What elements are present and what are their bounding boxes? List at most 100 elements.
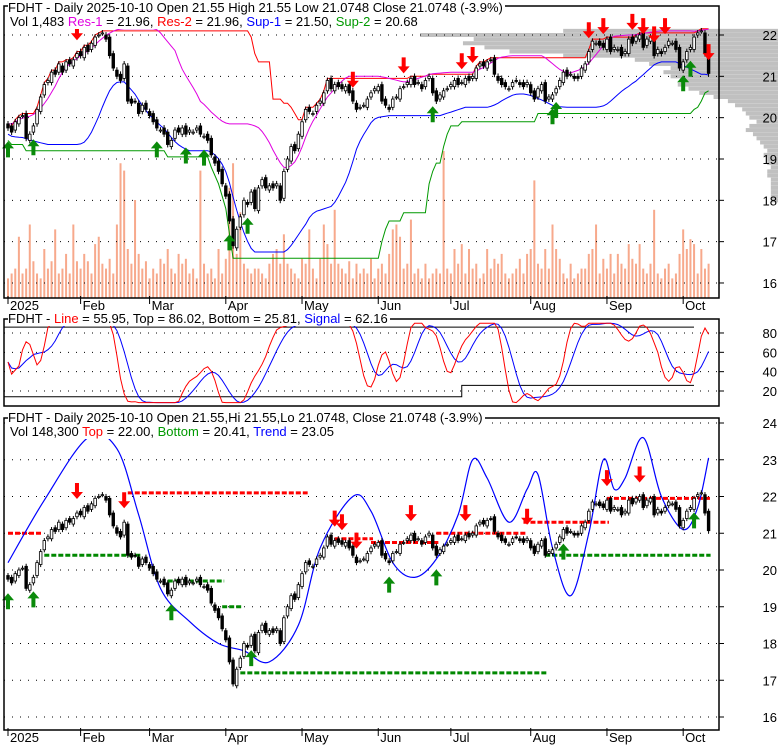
volume-bar (417, 268, 420, 298)
trend-panel-candle (460, 538, 464, 541)
x-axis-bottom-label: Oct (685, 730, 706, 745)
price-candle (405, 82, 409, 85)
header-title: FDHT - Daily 2025-10-10 (8, 0, 153, 15)
panel3-header-line1: FDHT - Daily 2025-10-10 Open 21.55,Hi 21… (8, 410, 485, 425)
trend-panel-candle (191, 582, 195, 585)
trend-panel-candle (289, 595, 293, 609)
price-candle (420, 84, 424, 90)
trend-panel-candle (496, 532, 500, 538)
price-candle (518, 82, 522, 85)
volume-bar (199, 170, 202, 298)
volume-bar (130, 263, 133, 298)
volume-bar (457, 263, 460, 298)
price-candle (307, 106, 311, 112)
price-candle (372, 88, 377, 92)
trend-panel-candle (209, 587, 213, 604)
volume-bar (126, 249, 129, 298)
trend-panel-candle (539, 540, 544, 547)
volume-bar (322, 224, 325, 298)
price-candle (325, 80, 330, 92)
price-candle (140, 104, 145, 112)
volume-profile-bar (770, 181, 778, 186)
price-candle (412, 75, 417, 85)
trend-panel-candle (293, 593, 297, 600)
trend-panel-candle (510, 538, 515, 543)
trend-tick-label: 17 (763, 673, 777, 688)
trend-panel-candle (358, 560, 362, 563)
volume-bar (602, 258, 605, 298)
trend-panel-candle (100, 494, 105, 497)
trend-panel-candle (431, 534, 435, 549)
price-candle (576, 75, 580, 79)
volume-bar (36, 273, 39, 298)
p3-top-value: = 22.00, (103, 424, 155, 439)
panel2-header: FDHT - Line = 55.95, Top = 86.02, Bottom… (8, 312, 390, 326)
trend-panel-candle (31, 576, 36, 584)
volume-bar (689, 239, 692, 298)
p3-trend-label: Trend (253, 424, 287, 439)
price-candle (630, 36, 635, 44)
volume-bar (380, 263, 383, 298)
buy-arrow (150, 141, 163, 158)
trend-panel-candle (68, 518, 72, 523)
trend-panel-candle (227, 637, 232, 663)
price-candle (478, 63, 482, 67)
price-candle (202, 135, 206, 138)
price-candle (57, 63, 61, 73)
price-candle (627, 38, 631, 54)
trend-panel-candle (499, 534, 504, 542)
volume-bar (438, 273, 441, 298)
volume-bar (246, 268, 249, 298)
trend-panel-candle (17, 569, 21, 576)
trend-panel-candle (391, 553, 395, 562)
price-candle (271, 183, 275, 189)
trend-panel-candle (449, 540, 453, 543)
volume-bar (275, 249, 278, 298)
panel1-header-line2: Vol 1,483 Res-1 = 21.96, Res-2 = 21.96, … (10, 15, 420, 29)
volume-profile-bar (473, 37, 778, 42)
volume-bar (468, 249, 471, 298)
trend-panel-candle (681, 519, 685, 529)
trend-panel-candle (637, 496, 642, 501)
trend-panel-candle (354, 556, 359, 564)
volume-profile-bar (462, 41, 778, 46)
price-candle (376, 86, 380, 92)
trend-panel-candle (467, 532, 471, 538)
price-candle (343, 86, 348, 92)
volume-bar (406, 263, 409, 298)
volume-bar (693, 244, 696, 298)
price-candle (31, 125, 36, 133)
volume-bar (653, 209, 656, 298)
volume-bar (399, 236, 402, 298)
trend-panel-candle (623, 510, 627, 514)
volume-profile-bar (756, 136, 778, 141)
volume-bar (301, 258, 304, 298)
trend-tick-label: 19 (763, 600, 777, 615)
price-candle (285, 158, 290, 170)
volume-bar (203, 263, 206, 298)
price-tick-label: 20 (763, 111, 777, 126)
trend-panel-candle (155, 571, 159, 580)
price-candle (89, 42, 94, 50)
price-candle (463, 77, 468, 85)
volume-bar (173, 273, 176, 298)
trend-panel-candle (434, 545, 439, 556)
volume-bar (221, 273, 224, 298)
trend-panel-candle (311, 565, 315, 568)
price-candle (166, 131, 170, 145)
trend-tick-label: 24 (763, 416, 777, 431)
volume-bar (90, 273, 93, 298)
volume-bar (79, 268, 82, 298)
res2-label: Res-2 (157, 14, 192, 29)
trend-panel-candle (376, 542, 380, 547)
trend-panel-candle (587, 510, 591, 521)
volume-profile-bar (420, 33, 778, 37)
price-candle (303, 108, 308, 121)
trend-panel-candle (314, 558, 319, 565)
volume-bar (587, 253, 590, 298)
volume-bar (446, 268, 449, 298)
trend-panel-candle (104, 496, 108, 501)
price-candle (703, 32, 707, 54)
price-candle (460, 82, 464, 84)
price-candle (612, 46, 616, 50)
